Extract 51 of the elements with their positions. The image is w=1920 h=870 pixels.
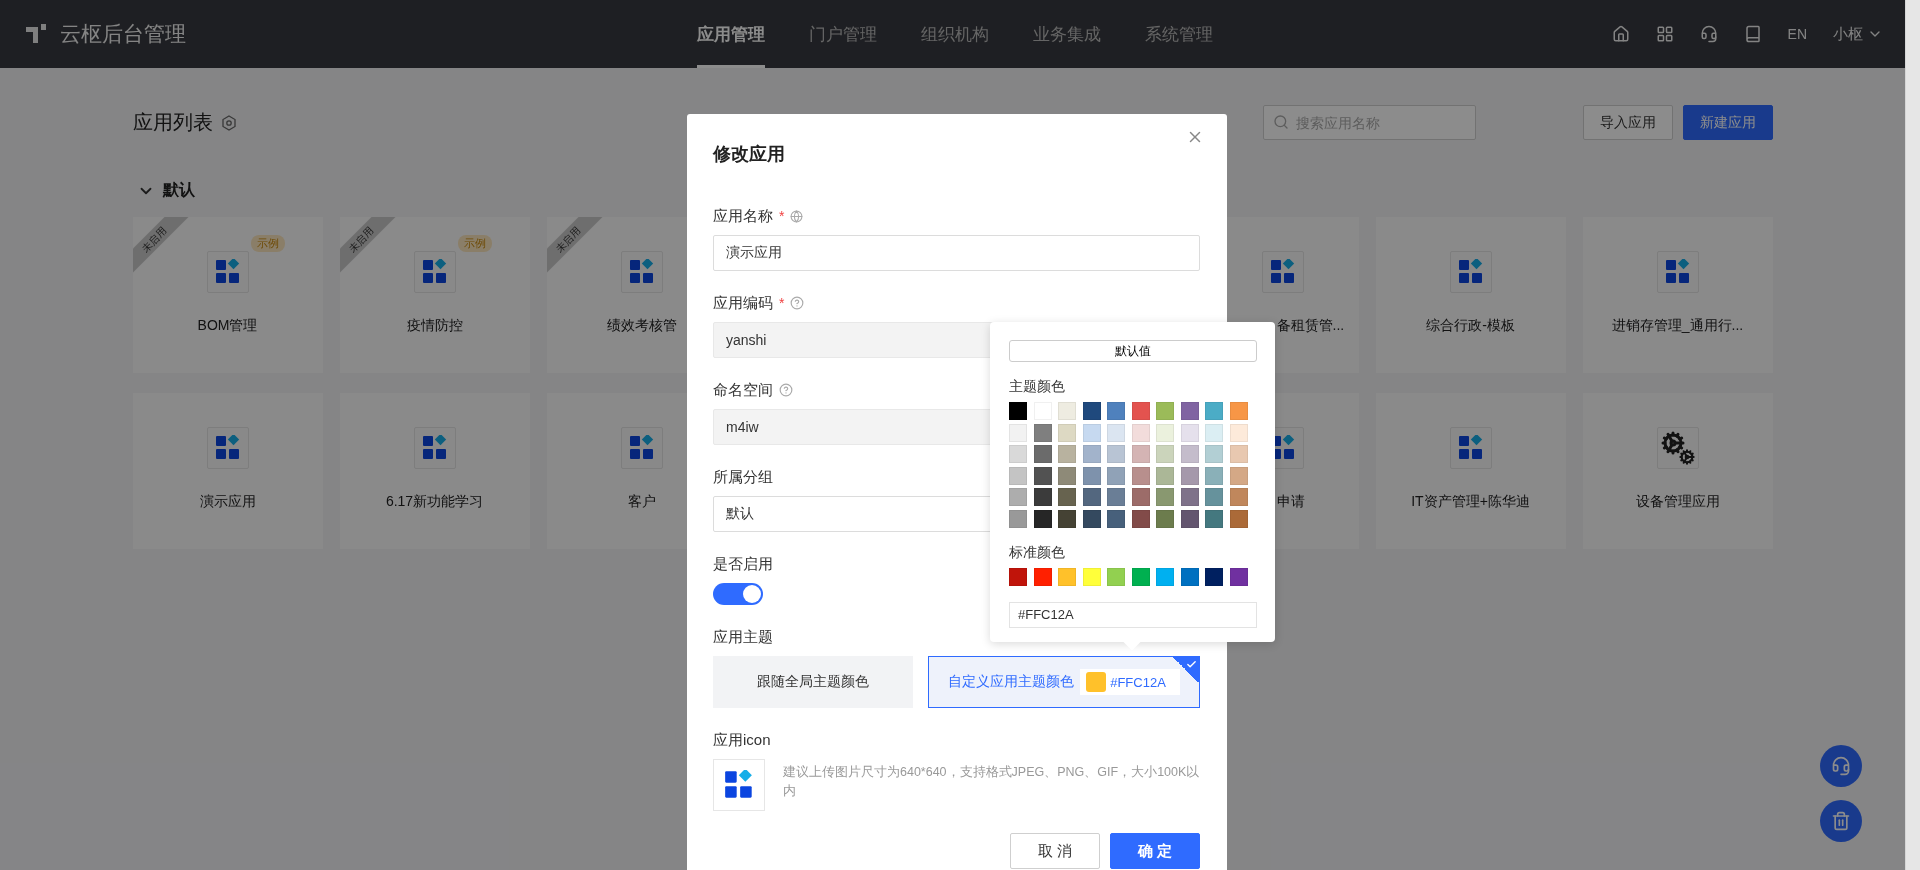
field-label: 是否启用 bbox=[713, 554, 773, 574]
app-card[interactable]: 未启用 示例 疫情防控 bbox=[339, 217, 530, 373]
new-app-button[interactable]: 新建应用 bbox=[1682, 105, 1773, 140]
nav-tab[interactable]: 系统管理 bbox=[1144, 0, 1213, 68]
nav-tab[interactable]: 门户管理 bbox=[808, 0, 877, 68]
nav-tab[interactable]: 组织机构 bbox=[920, 0, 989, 68]
hex-input[interactable]: #FFC12A bbox=[1009, 601, 1257, 628]
brand-name: 云枢后台管理 bbox=[60, 21, 186, 47]
app-name: BOM管理 bbox=[197, 317, 258, 335]
nav-tab[interactable]: 业务集成 bbox=[1032, 0, 1101, 68]
language-link[interactable]: EN bbox=[1787, 26, 1807, 42]
palette-title: 主题颜色 bbox=[1009, 378, 1066, 396]
required-mark: * bbox=[779, 208, 785, 224]
sample-badge: 示例 bbox=[250, 235, 285, 252]
text-input[interactable]: 演示应用 bbox=[713, 235, 1200, 271]
app-name: 申请 bbox=[1276, 493, 1305, 511]
app-name: 绩效考核管 bbox=[606, 317, 677, 335]
default-color-button[interactable]: 默认值 bbox=[1009, 340, 1257, 362]
palette-title: 标准颜色 bbox=[1009, 543, 1066, 562]
app-card[interactable]: 演示应用 bbox=[132, 393, 323, 549]
confirm-button[interactable]: 确 定 bbox=[1110, 833, 1200, 869]
upload-hint: 建议上传图片尺寸为640*640，支持格式JPEG、PNG、GIF，大小100K以内 bbox=[783, 764, 1200, 800]
sample-badge: 示例 bbox=[457, 235, 492, 252]
app-name: 6.17新功能学习 bbox=[385, 493, 484, 511]
import-button[interactable]: 导入应用 bbox=[1582, 105, 1673, 140]
app-card[interactable]: 进销存管理_通用行... bbox=[1582, 217, 1773, 373]
theme-option[interactable]: 自定义应用主题颜色 #FFC12A bbox=[928, 656, 1200, 708]
theme-option[interactable]: 跟随全局主题颜色 bbox=[713, 656, 913, 708]
required-mark: * bbox=[779, 295, 785, 311]
app-card[interactable]: 综合行政-模板 bbox=[1375, 217, 1566, 373]
app-name: 疫情防控 bbox=[406, 317, 463, 335]
app-name: 客户 bbox=[627, 493, 656, 511]
user-menu[interactable]: 小枢 bbox=[1833, 24, 1883, 44]
app-card[interactable]: 未启用 示例 BOM管理 bbox=[132, 217, 323, 373]
group-title: 默认 bbox=[162, 180, 195, 200]
app-name: IT资产管理+陈华迪 bbox=[1411, 493, 1530, 511]
field-label: 应用icon bbox=[713, 730, 771, 750]
app-name: 演示应用 bbox=[199, 493, 256, 511]
app-name: 进销存管理_通用行... bbox=[1611, 317, 1744, 335]
app-name: 设备管理应用 bbox=[1635, 493, 1720, 511]
app-name: 综合行政-模板 bbox=[1426, 317, 1515, 335]
app-card[interactable]: 设备管理应用 bbox=[1582, 393, 1773, 549]
app-card[interactable]: IT资产管理+陈华迪 bbox=[1375, 393, 1566, 549]
app-card[interactable]: 6.17新功能学习 bbox=[339, 393, 530, 549]
field-label: 应用主题 bbox=[713, 627, 773, 647]
dialog-title: 修改应用 bbox=[713, 143, 785, 166]
color-chip: #FFC12A bbox=[1080, 669, 1180, 695]
cancel-button[interactable]: 取 消 bbox=[1010, 833, 1100, 869]
page-title: 应用列表 bbox=[132, 110, 213, 135]
app-name: 备租赁管... bbox=[1276, 317, 1345, 335]
nav-tab[interactable]: 应用管理 bbox=[696, 0, 765, 68]
